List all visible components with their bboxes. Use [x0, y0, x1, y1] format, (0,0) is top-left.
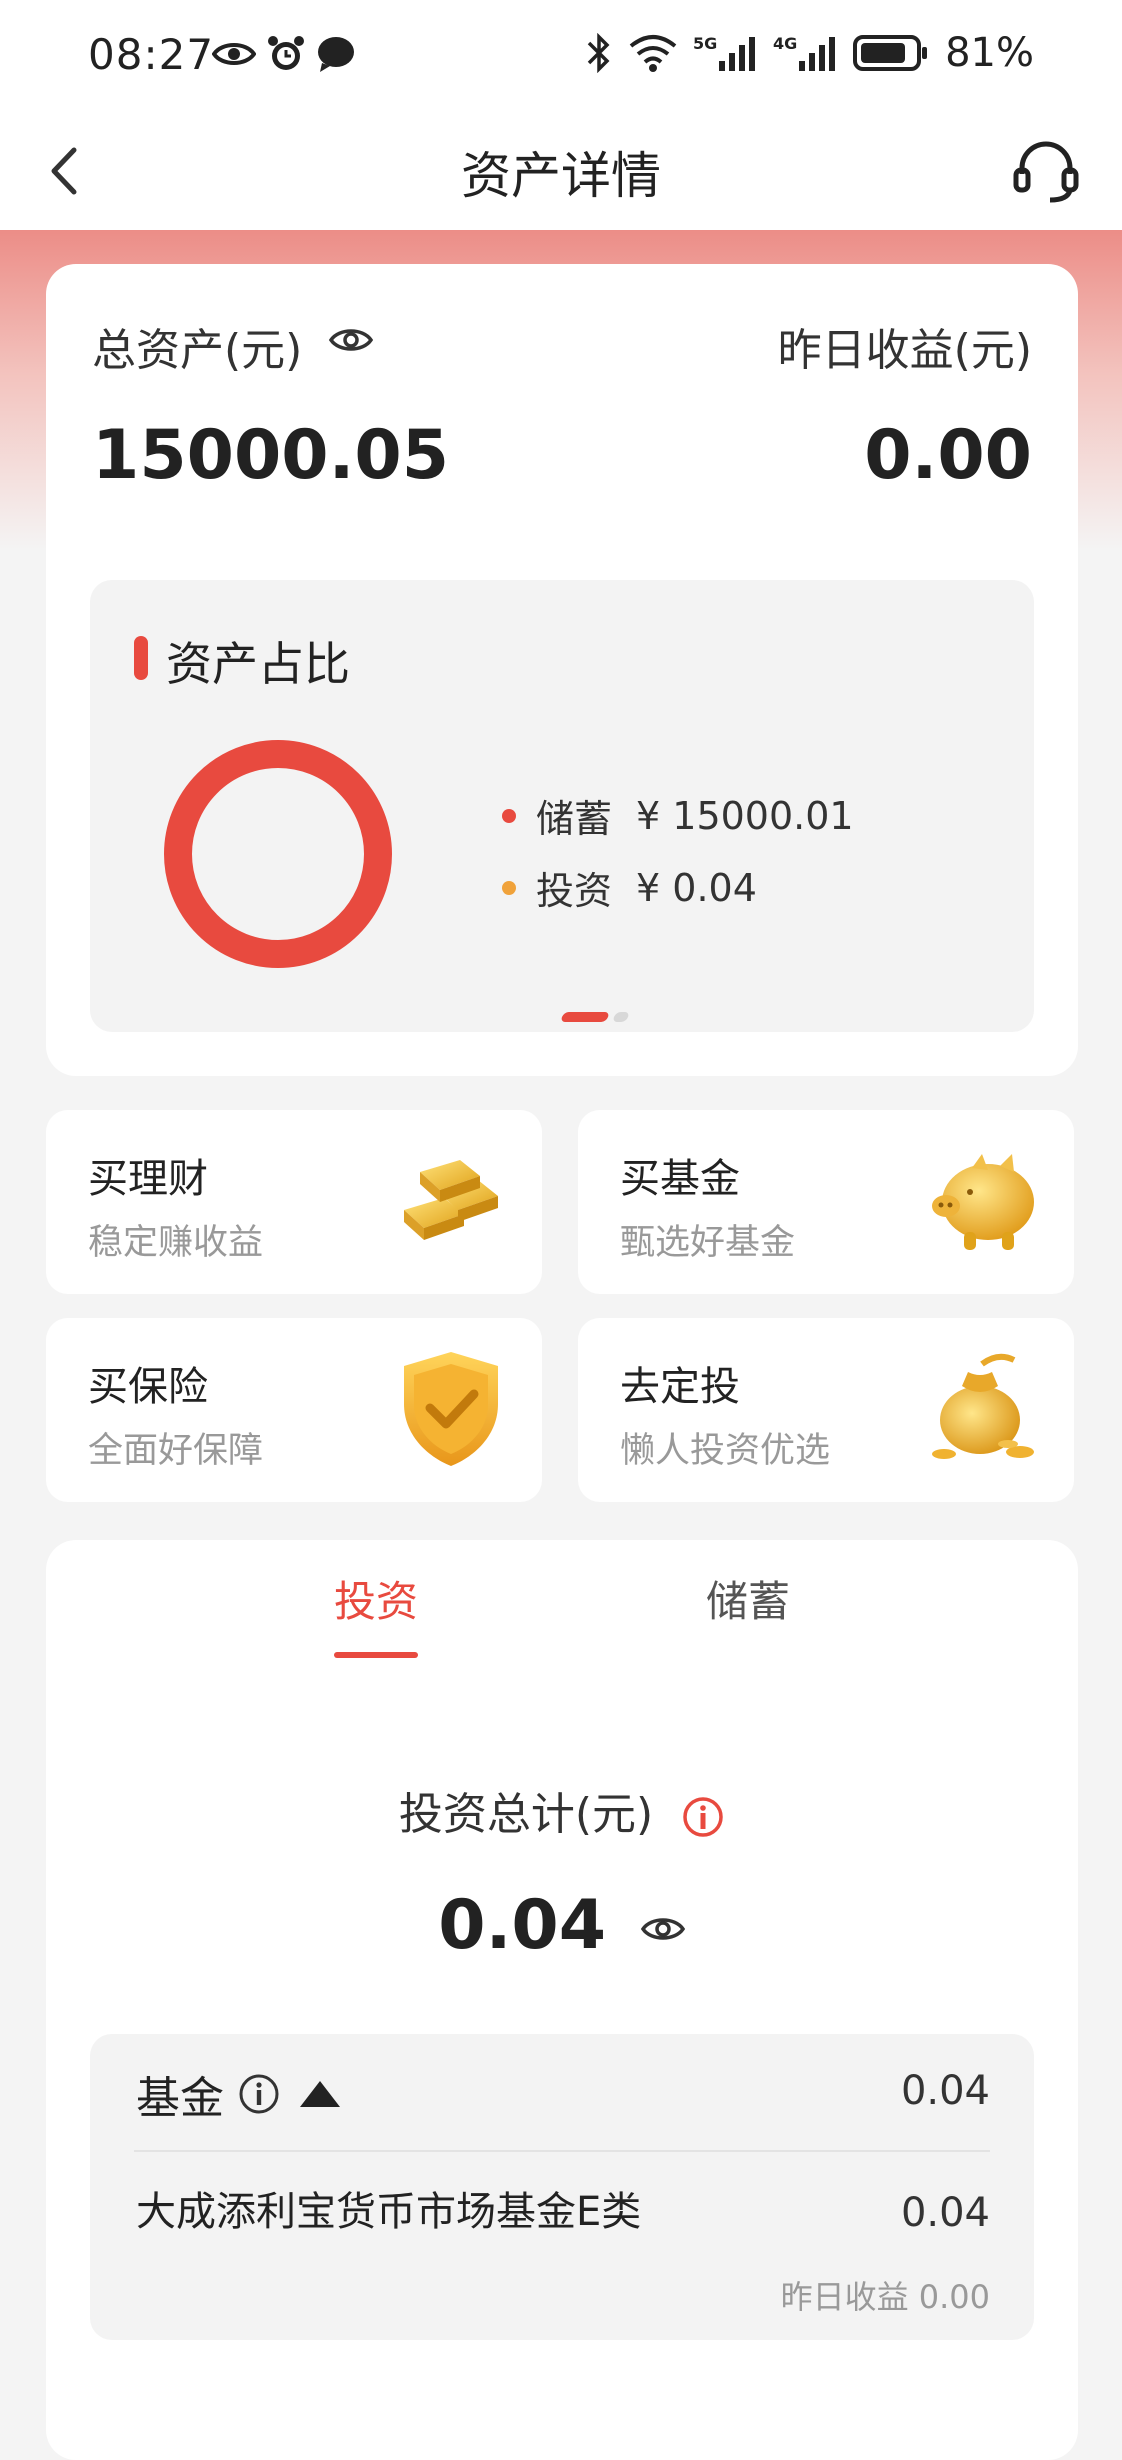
carousel-indicator	[560, 1012, 630, 1022]
yesterday-income-value: 0.00	[864, 416, 1032, 495]
legend-amount: ¥ 15000.01	[636, 793, 854, 838]
gold-bars-icon	[404, 1160, 498, 1240]
fund-value: 0.04	[900, 2190, 990, 2236]
quick-card-subtitle: 稳定赚收益	[88, 1223, 264, 1263]
status-notifications	[212, 34, 356, 74]
shield-check-icon	[404, 1352, 498, 1466]
tab-active-underline	[334, 1652, 418, 1658]
quick-card-title: 买基金	[620, 1156, 740, 1202]
customer-service-icon[interactable]	[1010, 136, 1082, 208]
fund-group-value: 0.04	[900, 2068, 990, 2114]
quick-card-wealth[interactable]: 买理财 稳定赚收益	[46, 1110, 542, 1294]
quick-card-auto-invest[interactable]: 去定投 懒人投资优选	[578, 1318, 1074, 1502]
legend-name: 储蓄	[536, 797, 613, 841]
fund-yesterday-income: 昨日收益 0.00	[780, 2278, 990, 2316]
svg-text:4G: 4G	[773, 34, 797, 53]
quick-card-subtitle: 懒人投资优选	[620, 1431, 831, 1471]
collapse-triangle-icon[interactable]	[298, 2079, 342, 2109]
signal-5g-icon: 5G	[693, 34, 756, 71]
asset-ratio-panel[interactable]: 资产占比 储蓄 ¥ 15000.01 投资 ¥ 0.04	[90, 580, 1034, 1032]
fund-name[interactable]: 大成添利宝货币市场基金E类	[136, 2180, 656, 2244]
money-bag-icon	[932, 1353, 1034, 1459]
battery-percent: 81%	[945, 30, 1034, 76]
total-assets-value: 15000.05	[92, 416, 450, 495]
donut-slice-savings	[164, 740, 392, 968]
eye-toggle-icon[interactable]	[328, 324, 374, 356]
invest-total-row: 投资总计(元)	[46, 1778, 1078, 1842]
status-bar: 08:27 5G 4G 81%	[0, 0, 1122, 112]
quick-card-title: 买保险	[88, 1364, 208, 1410]
holdings-card: 投资 储蓄 投资总计(元) 0.04 基金 0.04 大成添利宝货币市场基金E类…	[46, 1540, 1078, 2460]
indicator-inactive	[612, 1012, 630, 1022]
eye-icon	[212, 43, 256, 65]
asset-summary-card: 总资产(元) 昨日收益(元) 15000.05 0.00 资产占比 储蓄 ¥ 1…	[46, 264, 1078, 1076]
invest-total-label: 投资总计(元)	[398, 1789, 654, 1840]
fund-group-header[interactable]: 基金	[136, 2062, 342, 2126]
invest-total-value-row: 0.04	[46, 1886, 1078, 1965]
bluetooth-icon	[587, 33, 610, 73]
tab-invest[interactable]: 投资	[334, 1568, 418, 1629]
quick-card-title: 去定投	[620, 1364, 740, 1410]
signal-4g-icon: 4G	[773, 34, 836, 71]
legend-dot	[502, 808, 516, 823]
info-icon[interactable]	[238, 2073, 280, 2115]
invest-total-value: 0.04	[438, 1886, 607, 1965]
svg-text:5G: 5G	[693, 34, 717, 53]
legend-name: 投资	[536, 869, 613, 913]
status-system: 5G 4G 81%	[585, 30, 1034, 76]
fund-group-label: 基金	[136, 2073, 224, 2124]
legend-item-savings: 储蓄 ¥ 15000.01	[502, 788, 854, 843]
asset-ratio-donut	[164, 740, 392, 968]
quick-card-subtitle: 甄选好基金	[620, 1223, 796, 1263]
asset-ratio-title: 资产占比	[166, 637, 350, 691]
indicator-active	[560, 1012, 610, 1022]
quick-card-insurance[interactable]: 买保险 全面好保障	[46, 1318, 542, 1502]
legend-item-invest: 投资 ¥ 0.04	[502, 860, 757, 915]
message-icon	[318, 37, 354, 72]
legend-amount: ¥ 0.04	[636, 865, 757, 910]
fund-group: 基金 0.04 大成添利宝货币市场基金E类 0.04 昨日收益 0.00	[90, 2034, 1034, 2340]
total-assets-label: 总资产(元)	[92, 325, 303, 376]
tab-savings[interactable]: 储蓄	[706, 1568, 790, 1629]
info-icon[interactable]	[681, 1795, 725, 1839]
legend-dot	[502, 880, 516, 895]
page-title: 资产详情	[461, 147, 661, 205]
divider	[134, 2150, 990, 2152]
piggy-bank-icon	[932, 1154, 1034, 1250]
eye-toggle-icon[interactable]	[640, 1913, 686, 1945]
nav-bar: 资产详情	[0, 112, 1122, 230]
quick-card-fund[interactable]: 买基金 甄选好基金	[578, 1110, 1074, 1294]
quick-card-title: 买理财	[88, 1156, 208, 1202]
battery-icon	[853, 35, 928, 71]
quick-card-subtitle: 全面好保障	[88, 1431, 264, 1471]
wifi-icon	[629, 35, 677, 72]
section-marker	[134, 636, 148, 680]
status-time: 08:27	[88, 30, 215, 79]
yesterday-income-label: 昨日收益(元)	[777, 325, 1032, 376]
alarm-icon	[268, 36, 304, 70]
